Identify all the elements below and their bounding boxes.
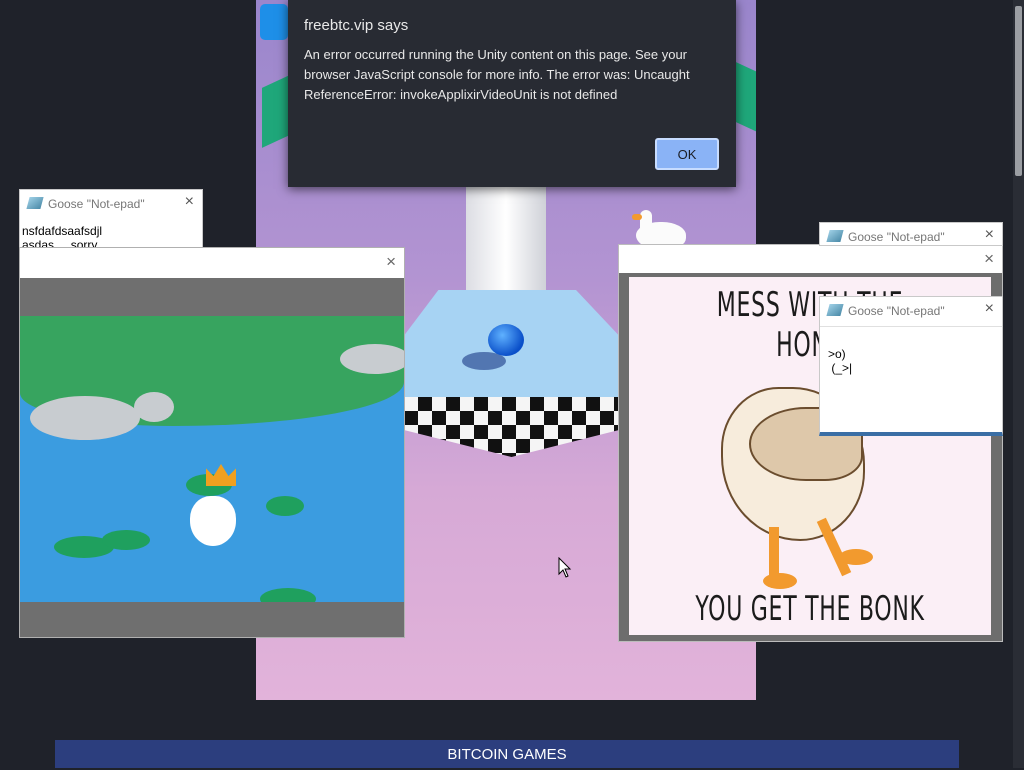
goose-sprite-beak [632,214,642,220]
crown [206,464,236,486]
window-titlebar[interactable]: × [619,245,1002,273]
divider [820,326,1002,327]
close-icon[interactable]: × [386,252,396,272]
close-icon[interactable]: × [984,249,994,269]
bitcoin-games-link[interactable]: BITCOIN GAMES [55,740,959,768]
meme-goose-foot [839,549,873,565]
notepad-title: Goose "Not-epad" [848,230,945,244]
goose-notepad-right-front[interactable]: Goose "Not-epad" × >o) (_>| [819,296,1003,436]
close-icon[interactable]: × [185,193,194,211]
meme-bottom-text: YOU GET THE BONK [695,589,925,629]
rock [134,392,174,422]
goose-character [190,496,236,546]
rock [340,344,404,374]
window-titlebar[interactable]: × [20,248,404,278]
notepad-text[interactable]: >o) (_>| [828,347,852,375]
notepad-title: Goose "Not-epad" [48,197,145,211]
goose-sprite-neck [640,210,652,234]
alert-message: An error occurred running the Unity cont… [304,47,690,102]
lily-pad [102,530,150,550]
ok-button[interactable]: OK [655,138,719,170]
meme-goose-foot [763,573,797,589]
lily-pad [260,588,316,602]
rock [30,396,140,440]
goose-notepad-right-back[interactable]: Goose "Not-epad" × [819,222,1003,246]
notepad-icon [826,230,844,242]
pond-image [20,316,404,602]
goose-image-window-pond[interactable]: × [19,247,405,638]
coin-icon[interactable] [260,4,288,40]
notepad-icon [26,197,44,209]
lily-pad [266,496,304,516]
notepad-title: Goose "Not-epad" [848,304,945,318]
goose-notepad-left[interactable]: Goose "Not-epad" × nsfdafdsaafsdjl asdas… [19,189,203,251]
close-icon[interactable]: × [985,226,994,244]
browser-alert-dialog: freebtc.vip says An error occurred runni… [288,0,736,187]
game-ball [488,324,524,356]
plant-decoration [736,62,756,138]
close-icon[interactable]: × [985,300,994,318]
game-platform-checker [404,397,619,457]
mouse-cursor-icon [558,557,572,578]
notepad-icon [826,304,844,316]
alert-title: freebtc.vip says [304,17,409,34]
scrollbar-thumb[interactable] [1015,6,1022,176]
